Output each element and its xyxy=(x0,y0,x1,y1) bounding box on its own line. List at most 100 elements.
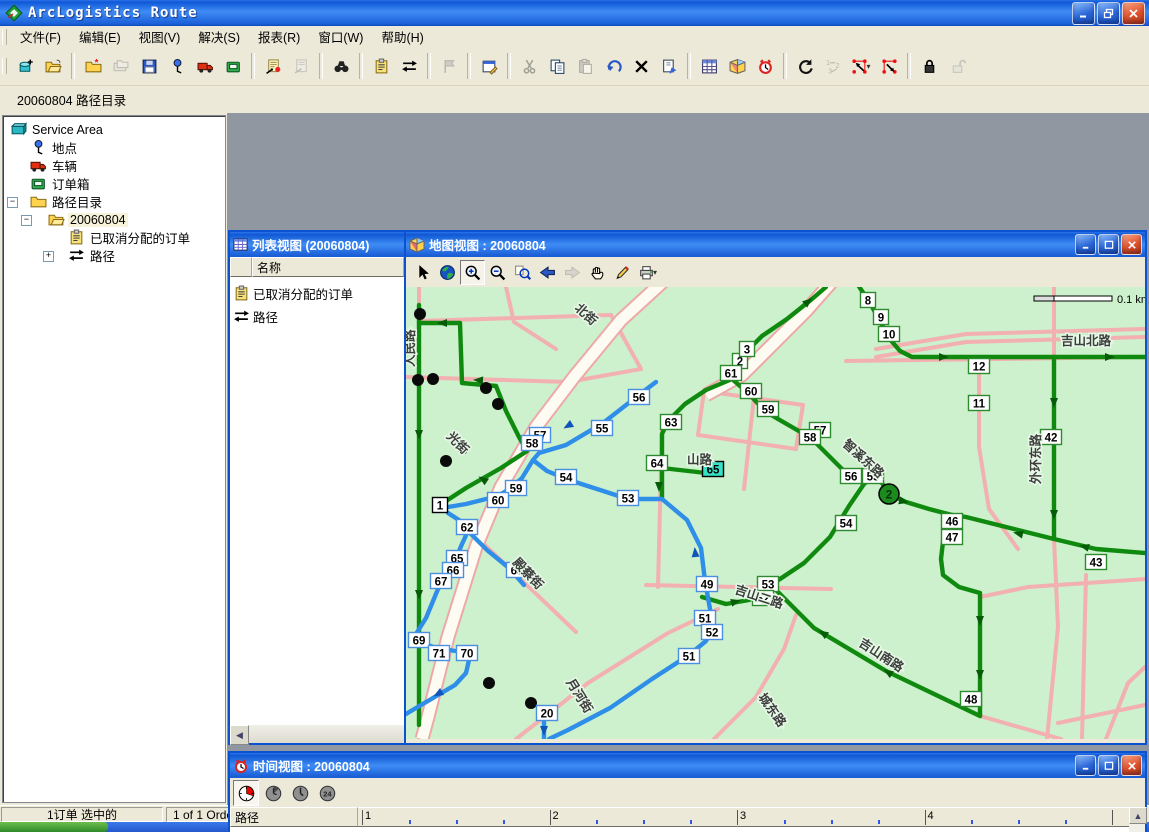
open-folder-button[interactable] xyxy=(39,52,67,80)
menu-item-0[interactable]: 文件(F) xyxy=(11,29,70,47)
scale-hour-clock-button[interactable] xyxy=(287,780,313,806)
time-gantt-body[interactable]: 5761529756 xyxy=(230,827,1129,832)
pan-hand-button[interactable] xyxy=(585,260,610,285)
order-box-button[interactable] xyxy=(219,52,247,80)
stop-label-62: 62 xyxy=(457,520,478,535)
list-header-blank[interactable] xyxy=(230,257,252,277)
map-close-button[interactable] xyxy=(1121,234,1142,255)
tree-item-3[interactable]: 订单箱 xyxy=(29,175,92,192)
list-item-0[interactable]: 已取消分配的订单 xyxy=(232,283,353,303)
tree-item-2[interactable]: 车辆 xyxy=(29,157,79,174)
collapse-icon[interactable]: − xyxy=(7,197,18,208)
map-minimize-button[interactable] xyxy=(1075,234,1096,255)
map-view-titlebar[interactable]: 地图视图 : 20060804 xyxy=(406,232,1145,257)
stop-label-3: 3 xyxy=(740,342,755,357)
scroll-up-icon[interactable]: ▲ xyxy=(1129,807,1147,824)
tree-item-0[interactable]: Service Area xyxy=(9,121,105,138)
route-orders-button[interactable]: ▾ xyxy=(847,52,875,80)
menu-item-4[interactable]: 报表(R) xyxy=(249,29,309,47)
stop-label-47: 47 xyxy=(942,530,963,545)
time-minimize-button[interactable] xyxy=(1075,755,1096,776)
tree-item-6[interactable]: 已取消分配的订单 xyxy=(67,229,192,246)
svg-text:60: 60 xyxy=(492,496,505,508)
new-service-area-button[interactable] xyxy=(11,52,39,80)
menu-item-1[interactable]: 编辑(E) xyxy=(70,29,130,47)
menu-item-5[interactable]: 窗口(W) xyxy=(309,29,372,47)
full-extent-globe-button[interactable] xyxy=(435,260,460,285)
list-hscroll-track[interactable] xyxy=(249,725,404,743)
expand-icon[interactable]: + xyxy=(43,251,54,262)
time-vscrollbar[interactable]: ▲ ▼ xyxy=(1129,807,1145,832)
zoom-in-button[interactable] xyxy=(460,260,485,285)
list-view-button[interactable] xyxy=(695,52,723,80)
time-view-titlebar[interactable]: 时间视图 : 20060804 xyxy=(230,753,1145,778)
tree-item-5[interactable]: 20060804 xyxy=(47,211,128,228)
restore-button[interactable] xyxy=(1097,2,1120,25)
list-hscrollbar[interactable]: ◀ xyxy=(230,725,404,743)
scale-half-clock-button[interactable] xyxy=(260,780,286,806)
zoom-to-selected-button[interactable] xyxy=(510,260,535,285)
ruler-major-tick xyxy=(737,810,738,825)
stop-label-51: 51 xyxy=(695,611,716,626)
list-header: 名称 xyxy=(230,257,404,278)
zoom-out-button[interactable] xyxy=(485,260,510,285)
close-button[interactable] xyxy=(1122,2,1145,25)
list-item-1[interactable]: 路径 xyxy=(232,306,278,326)
time-close-button[interactable] xyxy=(1121,755,1142,776)
list-view-title: 列表视图 (20060804) xyxy=(252,235,369,254)
unroute-orders-button[interactable] xyxy=(875,52,903,80)
paste-special-button[interactable] xyxy=(655,52,683,80)
orders-list-button[interactable] xyxy=(367,52,395,80)
stop-label-9: 9 xyxy=(874,310,889,325)
import-orders-button[interactable] xyxy=(259,52,287,80)
routes-tool-button[interactable] xyxy=(395,52,423,80)
scale-24h-clock-button[interactable]: 24 xyxy=(314,780,340,806)
tree-item-7[interactable]: 路径 xyxy=(67,247,117,264)
svg-text:42: 42 xyxy=(1045,433,1058,445)
vehicles-button[interactable] xyxy=(191,52,219,80)
solve-button[interactable] xyxy=(791,52,819,80)
time-maximize-button[interactable] xyxy=(1098,755,1119,776)
time-view-button[interactable] xyxy=(751,52,779,80)
stop-label-63: 63 xyxy=(661,415,682,430)
list-view-icon xyxy=(233,237,248,252)
ruler-major-tick xyxy=(362,810,363,825)
tree-item-label: 路径 xyxy=(88,246,117,265)
scale-quarter-clock-button[interactable] xyxy=(233,780,259,806)
ruler-minor-tick xyxy=(409,820,411,824)
paste-button xyxy=(571,52,599,80)
save-button[interactable] xyxy=(135,52,163,80)
tree-item-1[interactable]: 地点 xyxy=(29,139,79,156)
tree-item-4[interactable]: 路径目录 xyxy=(29,193,104,210)
copy-button[interactable] xyxy=(543,52,571,80)
find-button[interactable] xyxy=(327,52,355,80)
map-view-button[interactable] xyxy=(723,52,751,80)
flag-button xyxy=(435,52,463,80)
draw-pencil-button[interactable] xyxy=(610,260,635,285)
start-button-peek xyxy=(0,822,108,832)
menu-item-3[interactable]: 解决(S) xyxy=(189,29,249,47)
list-view-titlebar[interactable]: 列表视图 (20060804) xyxy=(230,232,404,257)
delete-button[interactable] xyxy=(627,52,655,80)
map-canvas[interactable]: 2575823616059891012114256555463646546474… xyxy=(406,287,1145,739)
menu-item-6[interactable]: 帮助(H) xyxy=(372,29,432,47)
map-maximize-button[interactable] xyxy=(1098,234,1119,255)
menu-item-2[interactable]: 视图(V) xyxy=(130,29,190,47)
print-button[interactable]: ▾ xyxy=(635,260,660,285)
time-route-column-header[interactable]: 路径 xyxy=(230,807,358,827)
properties-button[interactable] xyxy=(475,52,503,80)
minimize-button[interactable] xyxy=(1072,2,1095,25)
lock-button[interactable] xyxy=(915,52,943,80)
svg-text:67: 67 xyxy=(435,577,448,589)
new-routing-folder-button[interactable]: * xyxy=(79,52,107,80)
undo-button[interactable] xyxy=(599,52,627,80)
stop-label-48: 48 xyxy=(961,692,982,707)
scroll-left-icon[interactable]: ◀ xyxy=(230,725,249,745)
select-button[interactable] xyxy=(410,260,435,285)
list-header-name[interactable]: 名称 xyxy=(252,257,404,277)
collapse-icon[interactable]: − xyxy=(21,215,32,226)
service-area-icon xyxy=(9,122,27,138)
back-extent-button[interactable] xyxy=(535,260,560,285)
toolbar-separator xyxy=(687,53,691,79)
locations-button[interactable] xyxy=(163,52,191,80)
